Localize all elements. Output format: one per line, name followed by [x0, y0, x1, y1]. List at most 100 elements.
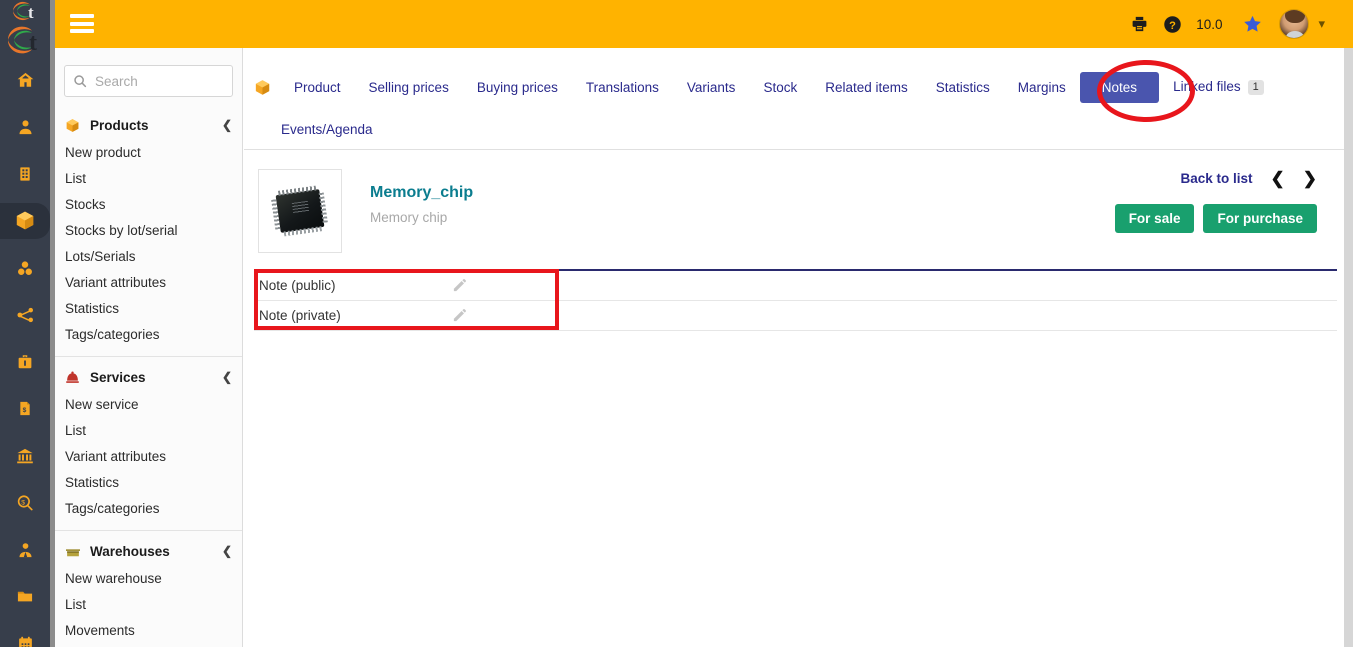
search-box[interactable]: ▼	[64, 65, 242, 97]
commercial-briefcase-icon[interactable]	[5, 344, 45, 380]
third-parties-icon[interactable]	[5, 109, 45, 145]
menu-head-label: Warehouses	[90, 544, 170, 559]
sidebar-item-movements[interactable]: Movements	[55, 617, 242, 643]
chevron-right-icon[interactable]: ❯	[1303, 170, 1317, 187]
menu-head-services[interactable]: Services ❮	[55, 366, 242, 391]
chevron-left-icon[interactable]: ❮	[1271, 170, 1285, 187]
printer-icon[interactable]	[1130, 15, 1149, 33]
agenda-calendar-icon[interactable]	[5, 626, 45, 647]
chevron-down-icon[interactable]: ▾	[1318, 16, 1325, 32]
project-network-icon[interactable]	[5, 297, 45, 333]
app-logo-small[interactable]: t	[0, 0, 50, 22]
tab-notes[interactable]: Notes	[1079, 71, 1160, 103]
tab-buying-prices[interactable]: Buying prices	[463, 74, 572, 101]
tab-statistics[interactable]: Statistics	[922, 74, 1004, 101]
sidebar-item-stocks[interactable]: Stocks	[55, 191, 242, 217]
note-public-label: Note (public)	[259, 278, 336, 293]
svg-text:$: $	[21, 499, 25, 506]
table-row: Note (private)	[254, 301, 1337, 331]
tab-variants[interactable]: Variants	[673, 74, 750, 101]
top-bar: ? 10.0 ▾	[55, 0, 1353, 48]
page-title: Memory_chip	[370, 184, 474, 201]
back-to-list-link[interactable]: Back to list	[1180, 171, 1252, 186]
product-action-buttons: For sale For purchase	[1114, 204, 1317, 233]
bank-icon[interactable]	[5, 438, 45, 474]
help-icon[interactable]: ?	[1163, 15, 1182, 34]
svg-text:$: $	[23, 407, 27, 414]
menu-divider	[55, 356, 242, 357]
record-navigation: Back to list ❮ ❯	[1180, 170, 1317, 187]
pencil-icon[interactable]	[452, 278, 467, 293]
tab-linked-files[interactable]: Linked files 1	[1159, 73, 1278, 101]
tab-product[interactable]: Product	[280, 74, 355, 101]
sidebar-item-new-product[interactable]: New product	[55, 139, 242, 165]
chevron-left-icon[interactable]: ❮	[222, 118, 232, 132]
hamburger-menu-button[interactable]	[70, 14, 94, 33]
star-icon[interactable]	[1242, 14, 1263, 34]
billing-invoice-icon[interactable]: $	[5, 391, 45, 427]
product-thumbnail[interactable]	[258, 169, 342, 253]
sidebar-item-service-list[interactable]: List	[55, 417, 242, 443]
main-content: Product Selling prices Buying prices Tra…	[244, 48, 1344, 647]
icon-rail-sidebar: t t $ $	[0, 0, 50, 647]
top-bar-actions: ? 10.0 ▾	[1116, 0, 1325, 48]
hrm-user-icon[interactable]	[5, 532, 45, 568]
tab-translations[interactable]: Translations	[572, 74, 673, 101]
tab-row-primary: Product Selling prices Buying prices Tra…	[244, 70, 1344, 104]
accounting-search-icon[interactable]: $	[5, 485, 45, 521]
user-avatar[interactable]	[1279, 9, 1310, 39]
tab-stock[interactable]: Stock	[749, 74, 811, 101]
sidebar-item-service-statistics[interactable]: Statistics	[55, 469, 242, 495]
vertical-scrollbar[interactable]	[1344, 48, 1353, 647]
tab-margins[interactable]: Margins	[1004, 74, 1080, 101]
linked-files-count-badge: 1	[1247, 79, 1264, 95]
version-label: 10.0	[1196, 16, 1223, 32]
notes-table: Note (public) Note (private)	[254, 269, 1337, 331]
sidebar-item-variant-attributes[interactable]: Variant attributes	[55, 269, 242, 295]
building-icon[interactable]	[5, 156, 45, 192]
left-menu-panel: ▼ Products ❮ New product List Stocks Sto…	[55, 48, 243, 647]
sidebar-item-list[interactable]: List	[55, 165, 242, 191]
products-box-icon[interactable]	[0, 202, 50, 239]
sidebar-item-service-variant-attributes[interactable]: Variant attributes	[55, 443, 242, 469]
sidebar-item-new-service[interactable]: New service	[55, 391, 242, 417]
note-private-label: Note (private)	[259, 308, 341, 323]
search-input[interactable]	[95, 73, 242, 89]
service-bell-icon	[65, 371, 85, 384]
products-box-icon	[65, 118, 85, 133]
menu-head-warehouses[interactable]: Warehouses ❮	[55, 540, 242, 565]
chevron-left-icon[interactable]: ❮	[222, 544, 232, 558]
warehouse-box-icon	[65, 546, 85, 558]
sidebar-item-bulk-stock-change[interactable]: Bulk stock change	[55, 643, 242, 647]
menu-section-products: Products ❮ New product List Stocks Stock…	[55, 114, 242, 347]
sidebar-item-new-warehouse[interactable]: New warehouse	[55, 565, 242, 591]
menu-divider	[55, 530, 242, 531]
mrp-icon[interactable]	[5, 250, 45, 286]
sidebar-item-service-tags-categories[interactable]: Tags/categories	[55, 495, 242, 521]
tab-related-items[interactable]: Related items	[811, 74, 922, 101]
tab-events-agenda[interactable]: Events/Agenda	[267, 116, 387, 143]
sidebar-item-lots-serials[interactable]: Lots/Serials	[55, 243, 242, 269]
sidebar-item-stocks-by-lot-serial[interactable]: Stocks by lot/serial	[55, 217, 242, 243]
for-sale-button[interactable]: For sale	[1114, 204, 1195, 233]
memory-chip-photo	[268, 182, 332, 240]
svg-text:?: ?	[1169, 19, 1176, 31]
menu-section-services: Services ❮ New service List Variant attr…	[55, 366, 242, 521]
documents-folder-icon[interactable]	[5, 579, 45, 615]
menu-head-label: Services	[90, 370, 146, 385]
sidebar-item-warehouse-list[interactable]: List	[55, 591, 242, 617]
menu-head-label: Products	[90, 118, 149, 133]
pencil-icon[interactable]	[452, 308, 467, 323]
home-icon[interactable]	[5, 62, 45, 98]
product-subtitle: Memory chip	[370, 210, 448, 225]
for-purchase-button[interactable]: For purchase	[1203, 204, 1317, 233]
menu-head-products[interactable]: Products ❮	[55, 114, 242, 139]
svg-text:t: t	[29, 30, 37, 56]
object-tab-bar: Product Selling prices Buying prices Tra…	[244, 48, 1344, 150]
sidebar-item-statistics[interactable]: Statistics	[55, 295, 242, 321]
tab-selling-prices[interactable]: Selling prices	[355, 74, 463, 101]
app-logo-large[interactable]: t	[0, 24, 50, 56]
chevron-left-icon[interactable]: ❮	[222, 370, 232, 384]
sidebar-item-tags-categories[interactable]: Tags/categories	[55, 321, 242, 347]
search-icon	[73, 74, 87, 88]
